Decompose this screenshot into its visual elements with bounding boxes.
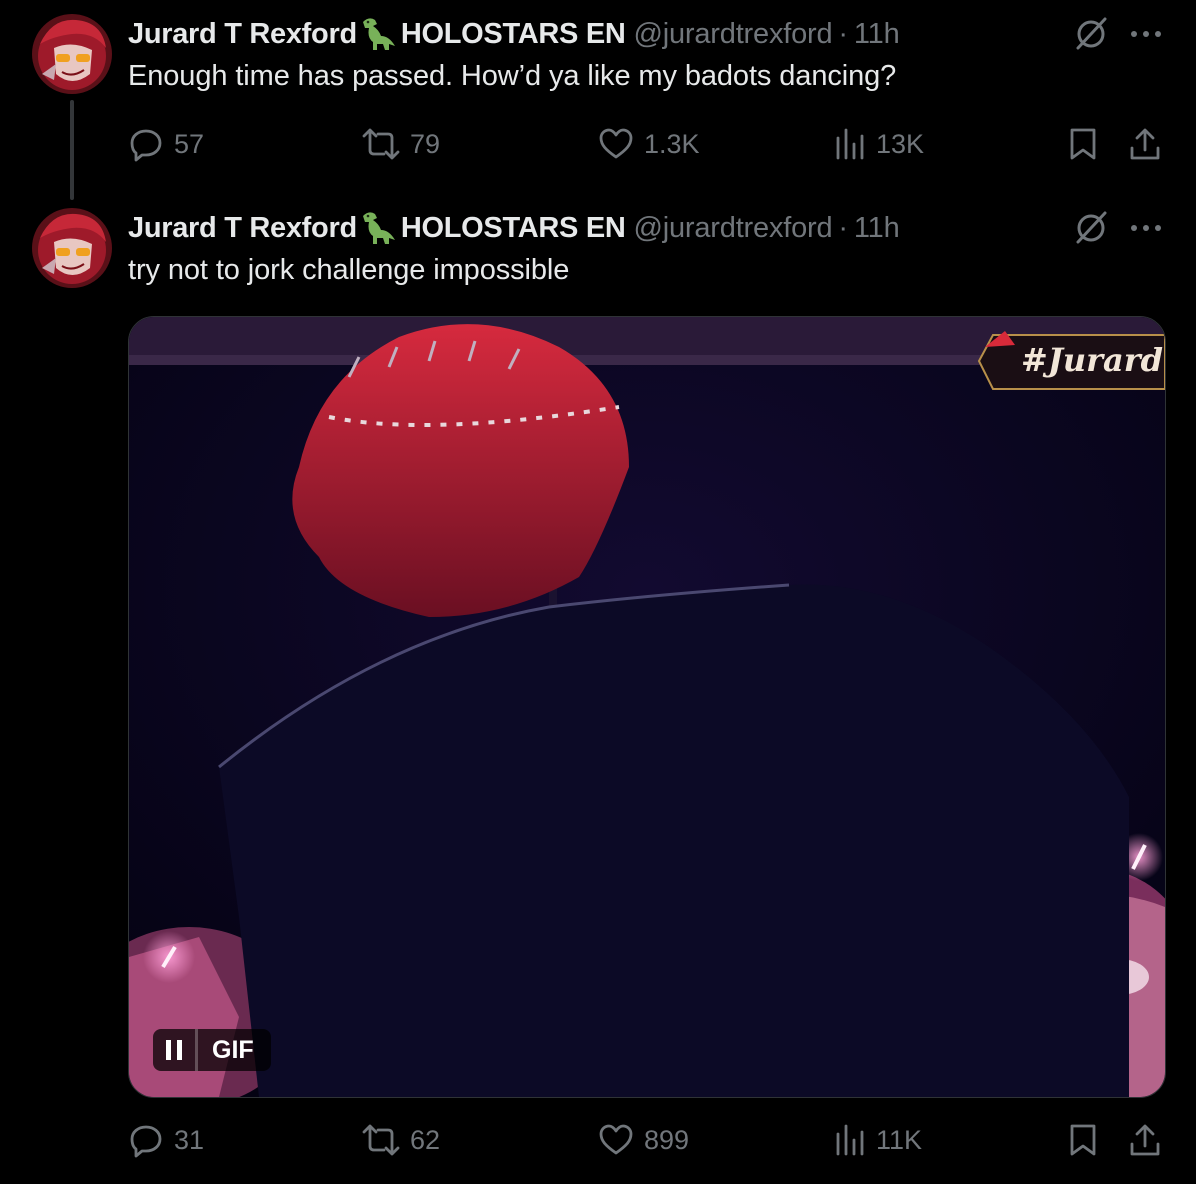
retweet-icon	[362, 128, 400, 160]
reply-button[interactable]: 57	[128, 122, 204, 166]
retweet-count: 62	[410, 1124, 441, 1155]
heart-icon	[599, 1124, 633, 1155]
tweet-text: try not to jork challenge impossible	[128, 254, 570, 286]
share-icon	[1130, 1124, 1160, 1156]
reply-icon	[130, 129, 162, 162]
author-handle[interactable]: @jurardtrexford	[634, 18, 833, 51]
tweet-text: Enough time has passed. How’d ya like my…	[128, 60, 897, 92]
pause-icon	[166, 1040, 182, 1060]
share-icon	[1130, 128, 1160, 160]
author-affiliation[interactable]: HOLOSTARS EN	[401, 18, 626, 51]
share-button[interactable]	[1128, 1118, 1162, 1162]
like-count: 1.3K	[644, 128, 700, 159]
retweet-button[interactable]: 62	[362, 1118, 440, 1162]
tweet-actions: 57 79 1.3K 13K	[128, 122, 1168, 166]
gif-media[interactable]: #Jurard GIF	[128, 316, 1166, 1098]
reply-button[interactable]: 31	[128, 1118, 204, 1162]
tweet-header: Jurard T Rexford HOLOSTARS EN @jurardtre…	[128, 210, 900, 246]
grok-icon[interactable]	[1072, 14, 1110, 52]
author-name[interactable]: Jurard T Rexford	[128, 18, 357, 51]
dinosaur-emoji-icon	[359, 16, 399, 52]
timestamp[interactable]: 11h	[854, 212, 900, 245]
reply-icon	[130, 1125, 162, 1158]
bookmark-icon	[1070, 1124, 1096, 1156]
divider	[195, 1029, 198, 1071]
views-icon	[836, 128, 864, 160]
bookmark-icon	[1070, 128, 1096, 160]
more-icon[interactable]	[1128, 210, 1164, 246]
retweet-icon	[362, 1124, 400, 1156]
reply-count: 57	[174, 128, 205, 159]
like-count: 899	[644, 1124, 690, 1155]
view-count: 11K	[876, 1124, 923, 1155]
separator: ·	[838, 211, 848, 244]
timestamp[interactable]: 11h	[854, 18, 900, 51]
like-button[interactable]: 1.3K	[598, 122, 700, 166]
retweet-button[interactable]: 79	[362, 122, 440, 166]
pause-button[interactable]	[153, 1029, 195, 1071]
avatar[interactable]	[32, 14, 112, 94]
author-handle[interactable]: @jurardtrexford	[634, 212, 833, 245]
thread-line	[70, 100, 74, 200]
like-button[interactable]: 899	[598, 1118, 689, 1162]
retweet-count: 79	[410, 128, 441, 159]
grok-icon[interactable]	[1072, 208, 1110, 246]
views-icon	[836, 1124, 864, 1156]
heart-icon	[599, 128, 633, 159]
avatar[interactable]	[32, 208, 112, 288]
tweet-actions: 31 62 899 11K	[128, 1118, 1168, 1162]
reply-count: 31	[174, 1124, 205, 1155]
stream-watermark: #Jurard	[975, 327, 1165, 395]
author-name[interactable]: Jurard T Rexford	[128, 212, 357, 245]
gif-badge: GIF	[212, 1035, 254, 1064]
view-count: 13K	[876, 128, 925, 159]
dinosaur-emoji-icon	[359, 210, 399, 246]
gif-frame-image	[129, 317, 1165, 1097]
more-icon[interactable]	[1128, 16, 1164, 52]
tweet-1[interactable]: Jurard T Rexford HOLOSTARS EN @jurardtre…	[0, 0, 1196, 200]
views-button[interactable]: 11K	[834, 1118, 922, 1162]
views-button[interactable]: 13K	[834, 122, 924, 166]
author-affiliation[interactable]: HOLOSTARS EN	[401, 212, 626, 245]
bookmark-button[interactable]	[1068, 122, 1098, 166]
separator: ·	[838, 17, 848, 50]
share-button[interactable]	[1128, 122, 1162, 166]
tweet-header: Jurard T Rexford HOLOSTARS EN @jurardtre…	[128, 16, 900, 52]
bookmark-button[interactable]	[1068, 1118, 1098, 1162]
watermark-text: #Jurard	[1020, 341, 1163, 379]
gif-controls: GIF	[153, 1029, 271, 1071]
